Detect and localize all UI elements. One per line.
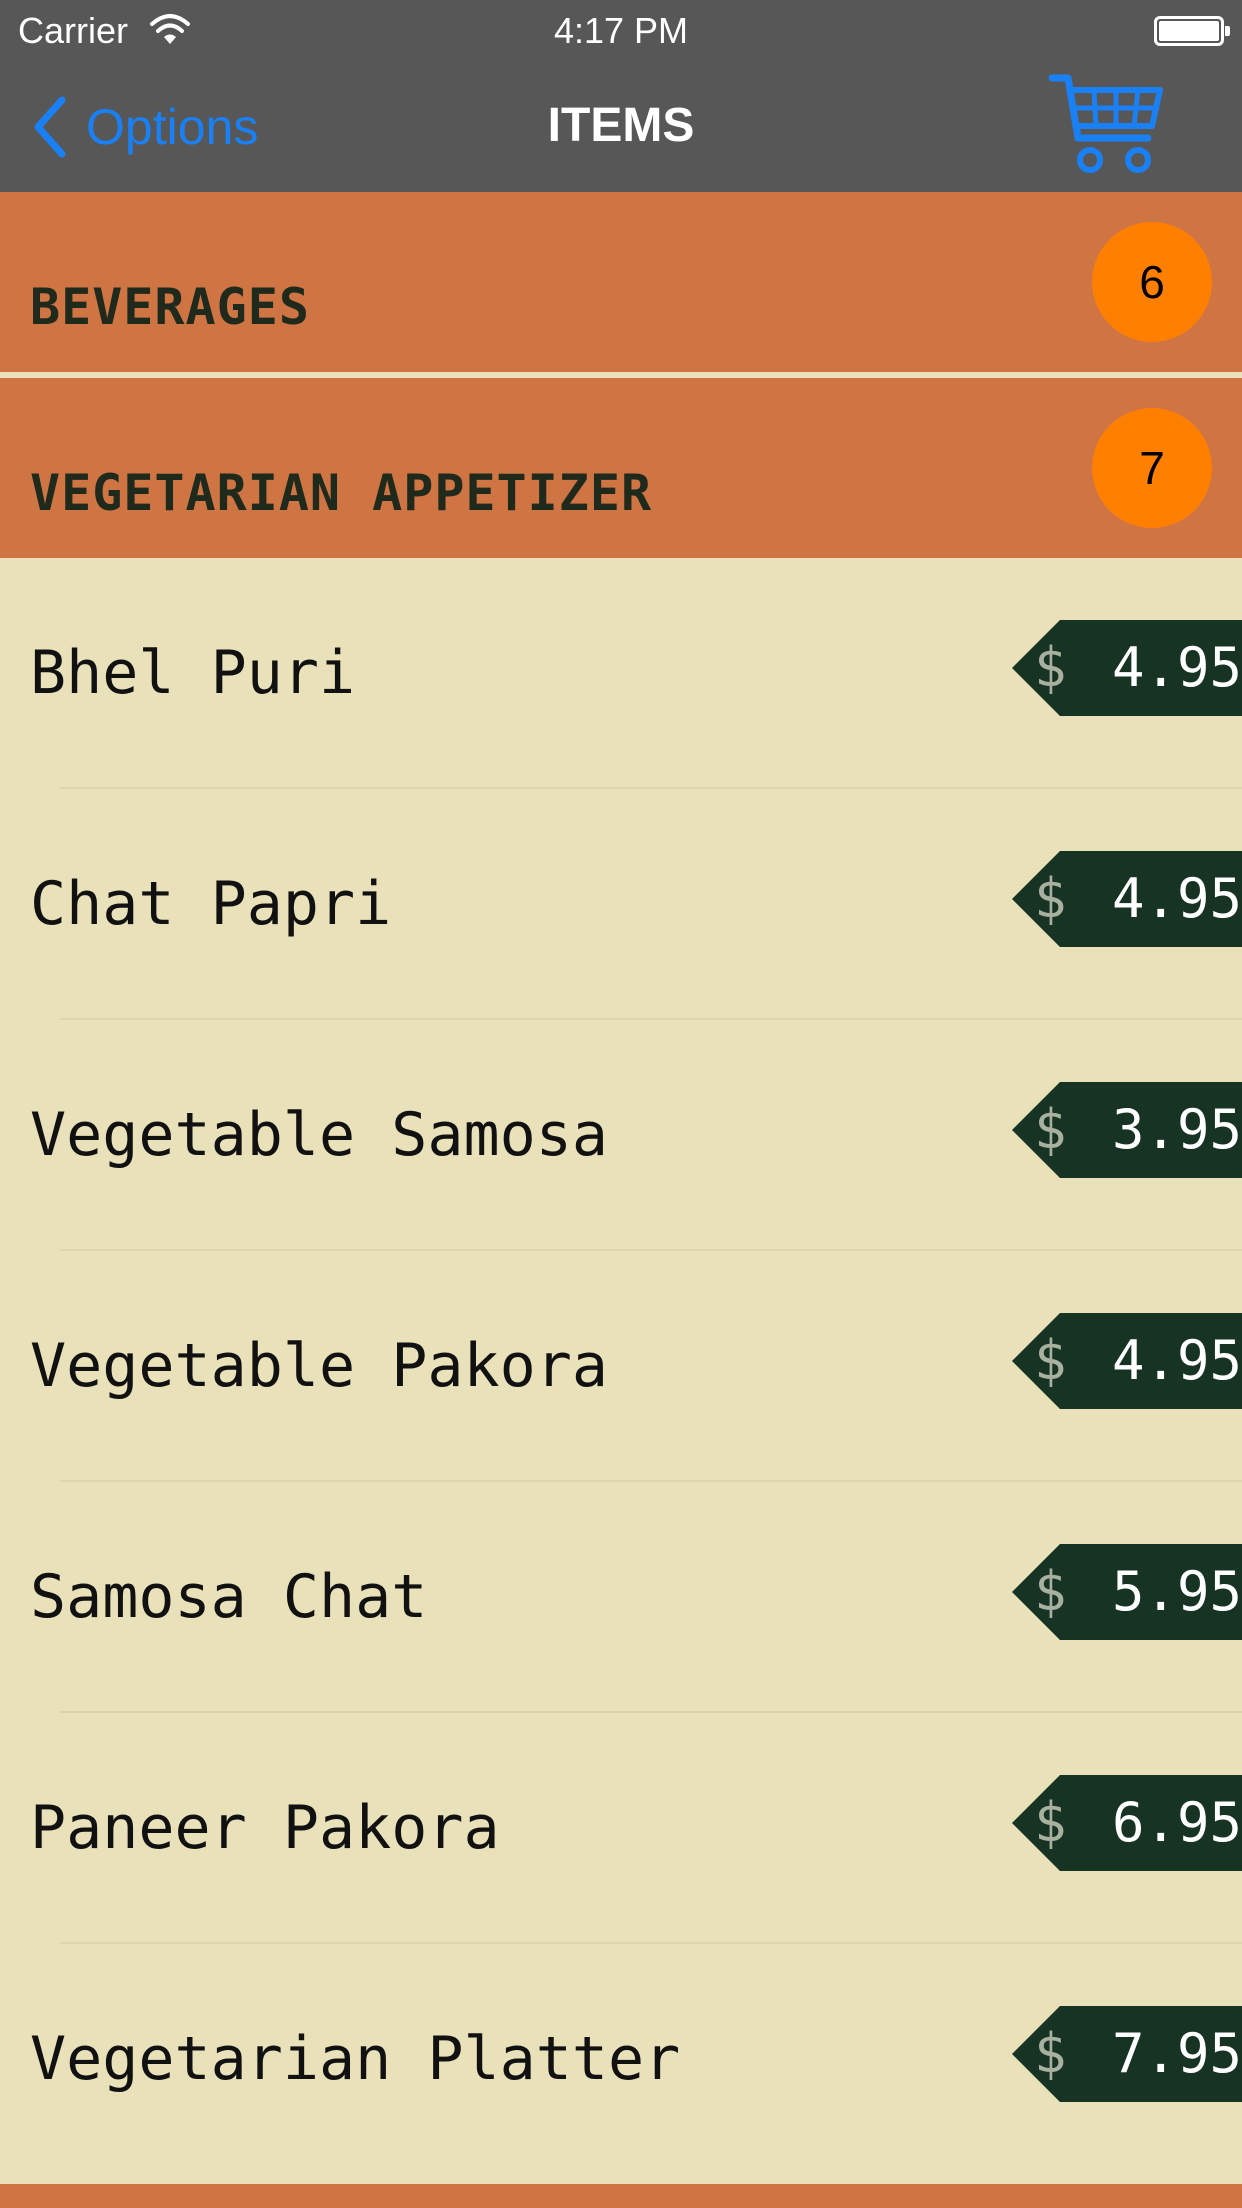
item-price: 6.95 [1112,1791,1242,1854]
item-name: Paneer Pakora [30,1793,500,1863]
currency-symbol: $ [1034,1791,1067,1854]
currency-symbol: $ [1034,1098,1067,1161]
category-beverages[interactable]: BEVERAGES 6 [0,192,1242,372]
battery-icon [1154,16,1230,46]
price-tag: $ 4.95 [1012,1313,1242,1409]
category-count-badge: 6 [1092,222,1212,342]
currency-symbol: $ [1034,1560,1067,1623]
list-item[interactable]: Vegetable Pakora $ 4.95 [0,1251,1242,1482]
item-name: Vegetarian Platter [30,2024,681,2094]
list-item[interactable]: Vegetarian Platter $ 7.95 [0,1944,1242,2175]
price-tag: $ 4.95 [1012,620,1242,716]
price-tag: $ 3.95 [1012,1082,1242,1178]
item-name: Bhel Puri [30,638,356,708]
next-category-edge [0,2184,1242,2208]
item-price: 3.95 [1112,1098,1242,1161]
top-bar: Carrier 4:17 PM Options ITEMS [0,0,1242,192]
category-count-badge: 7 [1092,408,1212,528]
list-item[interactable]: Paneer Pakora $ 6.95 [0,1713,1242,1944]
status-time: 4:17 PM [553,10,689,51]
list-item[interactable]: Vegetable Samosa $ 3.95 [0,1020,1242,1251]
category-name: VEGETARIAN APPETIZER [30,464,653,522]
currency-symbol: $ [1034,636,1067,699]
navigation-bar: Options ITEMS [0,62,1242,192]
currency-symbol: $ [1034,2022,1067,2085]
price-tag: $ 5.95 [1012,1544,1242,1640]
list-item[interactable]: Chat Papri $ 4.95 [0,789,1242,1020]
price-tag: $ 4.95 [1012,851,1242,947]
item-name: Chat Papri [30,869,392,939]
item-list: Bhel Puri $ 4.95 Chat Papri $ 4.95 Veget… [0,558,1242,2175]
currency-symbol: $ [1034,867,1067,930]
price-tag: $ 7.95 [1012,2006,1242,2102]
category-name: BEVERAGES [30,278,310,336]
item-price: 4.95 [1112,636,1242,699]
item-price: 4.95 [1112,867,1242,930]
category-vegetarian-appetizer[interactable]: VEGETARIAN APPETIZER 7 [0,378,1242,558]
list-item[interactable]: Samosa Chat $ 5.95 [0,1482,1242,1713]
status-bar: Carrier 4:17 PM [0,0,1242,62]
price-tag: $ 6.95 [1012,1775,1242,1871]
item-price: 5.95 [1112,1560,1242,1623]
item-name: Vegetable Pakora [30,1331,608,1401]
cart-icon[interactable] [1048,68,1166,180]
item-price: 4.95 [1112,1329,1242,1392]
list-item[interactable]: Bhel Puri $ 4.95 [0,558,1242,789]
item-name: Samosa Chat [30,1562,428,1632]
item-name: Vegetable Samosa [30,1100,608,1170]
currency-symbol: $ [1034,1329,1067,1392]
item-price: 7.95 [1112,2022,1242,2085]
